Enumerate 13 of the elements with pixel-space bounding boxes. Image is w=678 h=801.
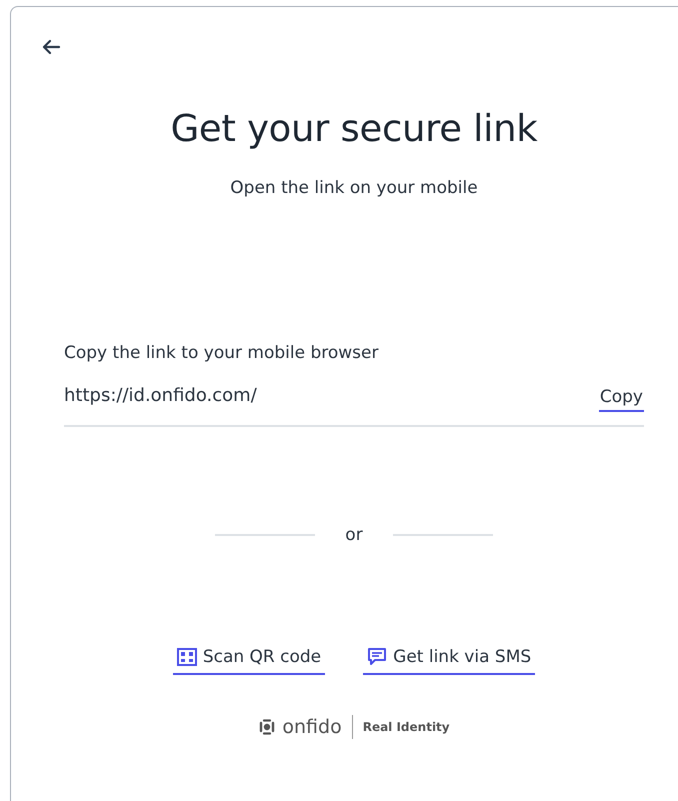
link-text: https://id.onfido.com/ xyxy=(64,385,257,406)
brand-name: onfido xyxy=(282,716,342,738)
qr-code-icon xyxy=(176,648,197,666)
sms-link[interactable]: Get link via SMS xyxy=(363,647,536,675)
divider-text: or xyxy=(345,525,363,545)
logo-icon xyxy=(258,719,276,735)
tagline: Real Identity xyxy=(362,720,450,734)
page-title: Get your secure link xyxy=(170,107,538,150)
message-icon xyxy=(367,647,388,667)
subtitle: Open the link on your mobile xyxy=(229,178,479,198)
field-label: Copy the link to your mobile browser xyxy=(64,343,380,363)
copy-button[interactable]: Copy xyxy=(598,387,644,412)
scan-qr-link[interactable]: Scan QR code xyxy=(172,647,326,675)
